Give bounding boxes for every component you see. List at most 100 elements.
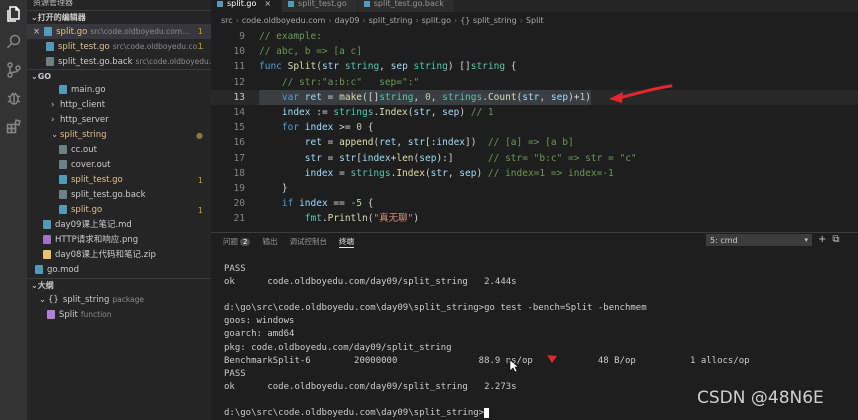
debug-activity[interactable] bbox=[0, 84, 27, 112]
editor-tabs: split.go × split_test.go split_test.go.back bbox=[211, 0, 858, 12]
code-token: , bbox=[396, 137, 408, 149]
code-line[interactable]: 10 // abc, b => [a c] bbox=[211, 44, 858, 59]
files-icon bbox=[6, 6, 20, 22]
breadcrumb-item[interactable]: split.go bbox=[422, 16, 451, 25]
code-line[interactable]: 21 fmt.Println("真无聊") bbox=[211, 211, 858, 226]
workspace-item[interactable]: › http_server bbox=[27, 113, 211, 128]
code-line[interactable]: 11 func Split(str string, sep string) []s… bbox=[211, 59, 858, 74]
problem-count-badge: 1 bbox=[197, 42, 203, 51]
search-activity[interactable] bbox=[0, 28, 27, 56]
open-editor-item[interactable]: split_test.go.backsrc\code.oldboyedu.com… bbox=[27, 54, 211, 69]
workspace-item[interactable]: go.mod bbox=[27, 263, 211, 278]
close-tab-icon[interactable]: × bbox=[264, 0, 271, 8]
workspace-item[interactable]: split_test.go.back bbox=[27, 188, 211, 203]
workspace-item[interactable]: split_test.go 1 bbox=[27, 173, 211, 188]
panel-tab[interactable]: 终端 bbox=[338, 236, 354, 248]
code-token: make bbox=[339, 91, 363, 103]
code-token: str bbox=[430, 167, 448, 179]
workspace-item[interactable]: ⌄ split_string ● bbox=[27, 128, 211, 143]
watermark: CSDN @48N6E bbox=[697, 388, 824, 408]
file-icon bbox=[46, 57, 54, 66]
code-line[interactable]: 16 ret = append(ret, str[:index]) // [a]… bbox=[211, 135, 858, 150]
terminal-text: PASS bbox=[224, 264, 246, 274]
workspace-item[interactable]: split.go 1 bbox=[27, 203, 211, 218]
code-token: , bbox=[447, 167, 460, 179]
code-token: , bbox=[539, 91, 551, 103]
outline-item[interactable]: ⌄{} split_string package bbox=[27, 292, 211, 307]
workspace-item[interactable]: › http_client bbox=[27, 98, 211, 113]
breadcrumb-item[interactable]: Split bbox=[526, 16, 544, 25]
breadcrumb-item[interactable]: split_string bbox=[369, 16, 413, 25]
workspace-item-name: day08课上代码和笔记.zip bbox=[55, 250, 156, 260]
code-line[interactable]: 20 if index == -5 { bbox=[211, 196, 858, 211]
code-text: fmt.Println("真无聊") bbox=[259, 211, 419, 226]
open-editor-item[interactable]: split_test.go src\code.oldboyedu.co... 1 bbox=[27, 39, 211, 54]
split-terminal-button[interactable]: ⧉ bbox=[832, 234, 839, 246]
explorer-activity[interactable] bbox=[0, 0, 27, 28]
code-token: = bbox=[327, 152, 340, 164]
code-line[interactable]: 15 for index >= 0 { bbox=[211, 120, 858, 135]
code-text: for index >= 0 { bbox=[259, 120, 374, 135]
editor-tab[interactable]: split_test.go.back bbox=[357, 0, 455, 12]
chevron-down-icon: ⌄ bbox=[51, 130, 59, 140]
code-line[interactable]: 12 // str:"a:b:c" sep=":" bbox=[211, 75, 858, 90]
code-line[interactable]: 13 var ret = make([]string, 0, strings.C… bbox=[211, 89, 858, 105]
zip-file-icon bbox=[43, 250, 51, 259]
breadcrumb-item[interactable]: src bbox=[221, 16, 233, 25]
code-token: sep bbox=[442, 106, 460, 118]
workspace-item[interactable]: cc.out bbox=[27, 143, 211, 158]
code-token: index bbox=[362, 152, 391, 164]
chevron-right-icon: › bbox=[453, 16, 458, 25]
code-editor[interactable]: 9 // example: 10 // abc, b => [a c] 11 func S… bbox=[211, 29, 858, 227]
code-token: )+ bbox=[568, 91, 580, 103]
new-terminal-button[interactable]: + bbox=[818, 234, 826, 246]
workspace-item[interactable]: main.go bbox=[27, 83, 211, 98]
workspace-item[interactable]: day09课上笔记.md bbox=[27, 218, 211, 233]
code-line[interactable]: 18 index = strings.Index(str, sep) // in… bbox=[211, 166, 858, 181]
outline-item[interactable]: Split function bbox=[27, 307, 211, 322]
code-line[interactable]: 9 // example: bbox=[211, 29, 858, 44]
open-editor-name: split.go bbox=[56, 27, 88, 37]
panel-tab[interactable]: 调试控制台 bbox=[289, 236, 327, 247]
code-token: ):] bbox=[436, 152, 488, 164]
markdown-file-icon bbox=[43, 220, 51, 229]
extensions-activity[interactable] bbox=[0, 112, 27, 140]
code-line[interactable]: 19 } bbox=[211, 181, 858, 196]
code-token: ) bbox=[476, 167, 488, 179]
breadcrumb-item[interactable]: code.oldboyedu.com bbox=[242, 16, 325, 25]
workspace-header[interactable]: ⌄GO bbox=[27, 69, 211, 83]
code-line[interactable]: 17 str = str[index+len(sep):] // str= "b… bbox=[211, 151, 858, 166]
line-number: 15 bbox=[233, 122, 245, 134]
close-icon[interactable]: × bbox=[33, 27, 40, 37]
terminal-select[interactable]: 5: cmd ▾ bbox=[706, 234, 812, 246]
terminal-line: goarch: amd64 bbox=[224, 328, 858, 341]
open-editor-item[interactable]: × split.go src\code.oldboyedu.com... 1 bbox=[27, 24, 211, 39]
outline-header[interactable]: ⌄大纲 bbox=[27, 278, 211, 292]
panel-tab[interactable]: 输出 bbox=[262, 236, 277, 247]
code-line[interactable]: 14 index := strings.Index(str, sep) // 1 bbox=[211, 105, 858, 120]
code-token: , bbox=[430, 91, 443, 103]
outline-item-kind: package bbox=[112, 295, 145, 304]
open-editor-name: split_test.go.back bbox=[58, 57, 133, 67]
workspace-item[interactable]: day08课上代码和笔记.zip bbox=[27, 248, 211, 263]
breadcrumb-item[interactable]: {} split_string bbox=[460, 16, 517, 25]
code-token: append bbox=[339, 137, 374, 149]
code-token: str bbox=[522, 91, 540, 103]
open-editors-header[interactable]: ⌄打开的编辑器 bbox=[27, 10, 211, 24]
code-token: , bbox=[430, 106, 443, 118]
go-file-icon bbox=[288, 0, 295, 7]
source-control-activity[interactable] bbox=[0, 56, 27, 84]
editor-tab[interactable]: split_test.go bbox=[282, 0, 358, 12]
workspace-item[interactable]: cover.out bbox=[27, 158, 211, 173]
breadcrumb-item[interactable]: day09 bbox=[335, 16, 360, 25]
open-editor-path: src\code.oldboyedu.com... bbox=[90, 27, 190, 36]
code-token: // index=1 => index=-1 bbox=[487, 167, 614, 179]
line-number: 17 bbox=[233, 152, 245, 164]
workspace-item-name: split_test.go.back bbox=[71, 190, 146, 200]
workspace-item[interactable]: HTTP请求和响应.png bbox=[27, 233, 211, 248]
editor-tab[interactable]: split.go × bbox=[211, 0, 283, 12]
panel-tab[interactable]: 问题 2 bbox=[223, 236, 251, 247]
chevron-right-icon: › bbox=[51, 100, 55, 110]
open-editors-list: × split.go src\code.oldboyedu.com... 1 split… bbox=[27, 24, 211, 69]
